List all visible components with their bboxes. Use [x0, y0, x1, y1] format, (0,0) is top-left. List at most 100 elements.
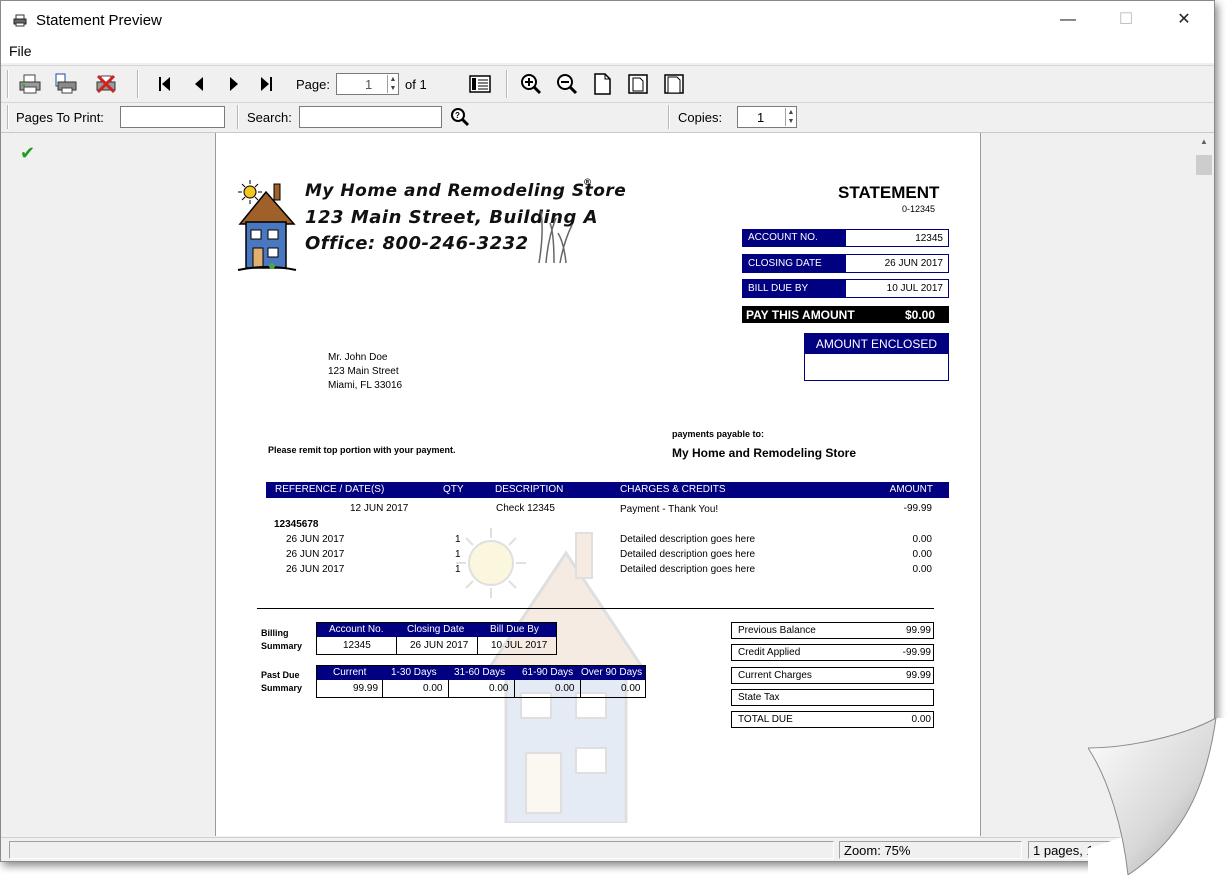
- past-due-table: Current 1-30 Days 31-60 Days 61-90 Days …: [316, 665, 646, 698]
- print-icon[interactable]: [18, 72, 42, 96]
- pay-this-amount-row: PAY THIS AMOUNT $0.00: [742, 306, 949, 323]
- copies-field[interactable]: 1 ▲ ▼: [737, 106, 797, 128]
- billing-header-due: Bill Due By: [490, 624, 539, 635]
- closing-date-label: CLOSING DATE: [743, 255, 846, 272]
- zoom-in-icon[interactable]: [519, 72, 543, 96]
- amount-enclosed-box: AMOUNT ENCLOSED: [804, 333, 949, 381]
- actual-size-icon[interactable]: [662, 72, 686, 96]
- page-count-label: of 1: [405, 77, 427, 92]
- payment-amount: -99.99: [903, 503, 932, 514]
- section-divider: [257, 608, 934, 609]
- search-icon[interactable]: ?: [448, 105, 472, 129]
- print-setup-icon[interactable]: [54, 72, 78, 96]
- pages-to-print-label: Pages To Print:: [16, 110, 104, 125]
- line-amount: 0.00: [912, 549, 932, 560]
- previous-page-icon[interactable]: [187, 72, 211, 96]
- bill-due-value: 10 JUL 2017: [886, 283, 943, 294]
- cell-divider: [514, 680, 515, 697]
- statement-preview-window: Statement Preview — ☐ ✕ File Page: 1 ▲ ▼…: [0, 0, 1215, 862]
- next-page-icon[interactable]: [222, 72, 246, 96]
- col-amount: AMOUNT: [889, 484, 933, 495]
- cell-divider: [477, 637, 478, 654]
- state-tax-row: State Tax: [731, 689, 934, 706]
- page-label: Page:: [296, 77, 330, 92]
- transactions-header: REFERENCE / DATE(S) QTY DESCRIPTION CHAR…: [266, 482, 949, 498]
- search-label: Search:: [247, 110, 292, 125]
- zoom-status: Zoom: 75%: [839, 841, 1022, 859]
- printer-app-icon: [13, 13, 27, 27]
- maximize-button[interactable]: ☐: [1097, 1, 1155, 39]
- statement-page: My Home and Remodeling Store ® 123 Main …: [215, 133, 981, 836]
- cell-divider: [580, 680, 581, 697]
- copies-spinner[interactable]: ▲ ▼: [785, 108, 796, 126]
- past-due-current: 99.99: [353, 683, 379, 694]
- col-charges: CHARGES & CREDITS: [620, 484, 726, 495]
- payment-description: Check 12345: [496, 503, 555, 514]
- past-due-31-60: 0.00: [489, 683, 509, 694]
- statement-number: 0-12345: [902, 204, 936, 214]
- menu-file[interactable]: File: [9, 43, 32, 59]
- search-input[interactable]: [299, 106, 442, 128]
- total-value: 99.99: [905, 670, 931, 681]
- col-description: DESCRIPTION: [495, 484, 564, 495]
- closing-date-value: 26 JUN 2017: [884, 258, 943, 269]
- close-button[interactable]: ✕: [1155, 1, 1213, 39]
- customer-street: 123 Main Street: [328, 366, 399, 377]
- preview-area: ✔ My Home and Remodeling Store ® 123 Mai…: [1, 133, 1214, 836]
- minimize-button[interactable]: —: [1039, 1, 1097, 39]
- scroll-up-arrow-icon[interactable]: ▲: [1194, 137, 1214, 146]
- page-spinner[interactable]: ▲ ▼: [387, 75, 398, 93]
- line-date: 26 JUN 2017: [286, 564, 345, 575]
- total-label: State Tax: [738, 692, 780, 703]
- title-bar: Statement Preview — ☐ ✕: [1, 1, 1214, 39]
- page-number-field[interactable]: 1 ▲ ▼: [336, 73, 399, 95]
- credit-applied-row: Credit Applied -99.99: [731, 644, 934, 661]
- cancel-print-icon[interactable]: [94, 72, 118, 96]
- copies-label: Copies:: [678, 110, 723, 125]
- thumbnails-icon[interactable]: [468, 72, 492, 96]
- billing-summary-table: Account No. Closing Date Bill Due By 123…: [316, 622, 557, 655]
- line-qty: 1: [455, 564, 461, 575]
- billing-summary-label: Billing: [261, 628, 289, 638]
- line-amount: 0.00: [912, 564, 932, 575]
- account-number-row: ACCOUNT NO. 12345: [742, 229, 949, 247]
- vertical-scrollbar[interactable]: ▲: [1194, 133, 1214, 836]
- line-description: Detailed description goes here: [620, 534, 756, 545]
- zoom-out-icon[interactable]: [555, 72, 579, 96]
- past-due-61-90: 0.00: [555, 683, 575, 694]
- previous-balance-row: Previous Balance 99.99: [731, 622, 934, 639]
- total-label: Current Charges: [738, 670, 812, 681]
- whole-page-icon[interactable]: [626, 72, 650, 96]
- past-due-header-1-30: 1-30 Days: [391, 667, 437, 678]
- page-width-icon[interactable]: [590, 72, 614, 96]
- checkmark-icon: ✔: [20, 143, 36, 163]
- scrollbar-thumb[interactable]: [1196, 155, 1212, 175]
- total-value: 99.99: [905, 625, 931, 636]
- billing-header-account: Account No.: [329, 624, 384, 635]
- current-charges-row: Current Charges 99.99: [731, 667, 934, 684]
- line-date: 26 JUN 2017: [286, 549, 345, 560]
- cell-divider: [448, 680, 449, 697]
- first-page-icon[interactable]: [153, 72, 177, 96]
- customer-city: Miami, FL 33016: [328, 380, 403, 391]
- payment-date: 12 JUN 2017: [350, 503, 409, 514]
- line-date: 26 JUN 2017: [286, 534, 345, 545]
- customer-name: Mr. John Doe: [328, 352, 388, 363]
- amount-enclosed-label: AMOUNT ENCLOSED: [805, 334, 948, 354]
- pages-to-print-input[interactable]: [120, 106, 225, 128]
- total-due-row: TOTAL DUE 0.00: [731, 711, 934, 728]
- bill-due-label: BILL DUE BY: [743, 280, 846, 297]
- pay-this-amount-label: PAY THIS AMOUNT: [746, 308, 855, 322]
- page-number-value: 1: [365, 77, 373, 92]
- past-due-header-current: Current: [333, 667, 367, 678]
- account-number-value: 12345: [915, 233, 943, 244]
- menu-bar: File: [1, 39, 1214, 63]
- line-description: Detailed description goes here: [620, 549, 756, 560]
- total-label: TOTAL DUE: [738, 714, 793, 725]
- billing-due-value: 10 JUL 2017: [491, 640, 548, 651]
- store-logo-house-icon: [237, 180, 297, 271]
- last-page-icon[interactable]: [254, 72, 278, 96]
- past-due-header-over-90: Over 90 Days: [581, 667, 643, 678]
- toolbar-separator: [137, 70, 139, 98]
- past-due-header-61-90: 61-90 Days: [522, 667, 574, 678]
